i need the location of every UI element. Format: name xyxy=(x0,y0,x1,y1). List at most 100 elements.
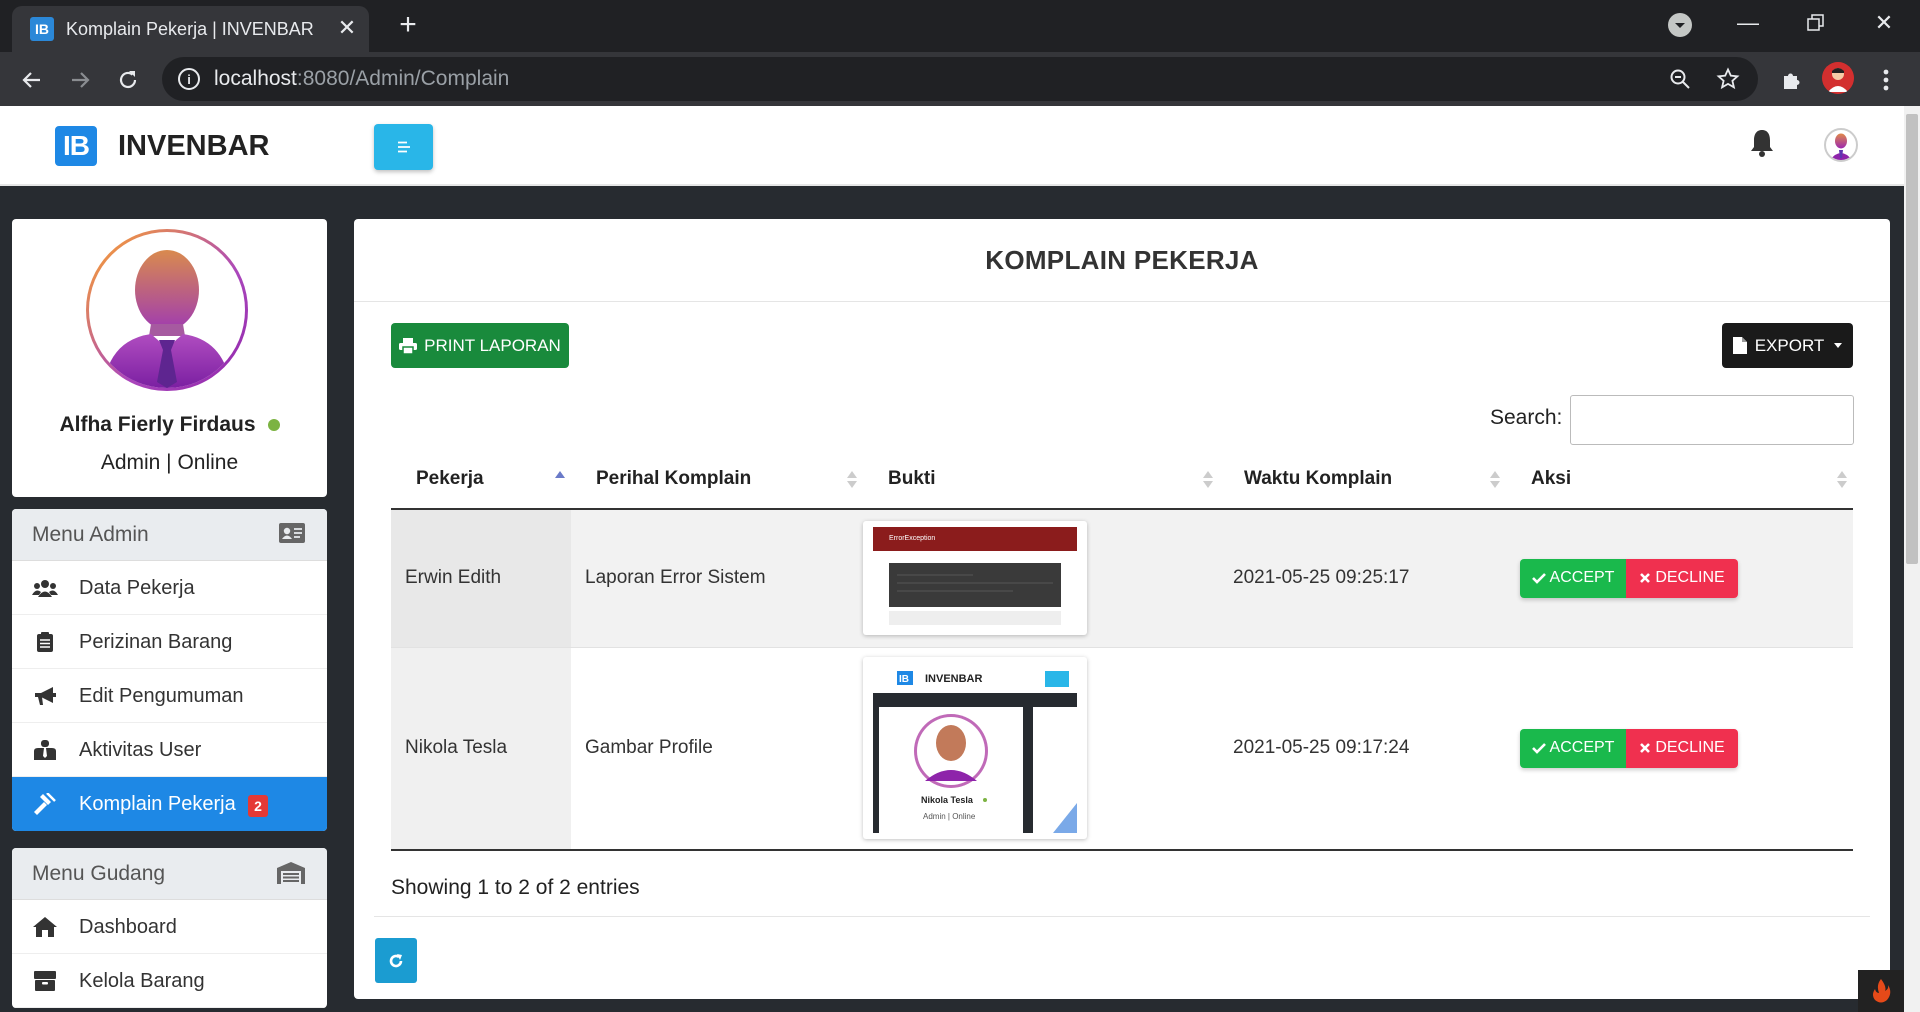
sidebar-item-aktivitas-user[interactable]: Aktivitas User xyxy=(12,723,327,777)
browser-menu-icon[interactable] xyxy=(1870,64,1902,96)
tab-favicon-icon: IB xyxy=(30,17,54,41)
warehouse-icon xyxy=(277,862,305,889)
column-header-label: Bukti xyxy=(888,467,936,489)
decline-label: DECLINE xyxy=(1655,739,1725,756)
accept-button[interactable]: ACCEPT xyxy=(1520,558,1626,598)
online-status-dot xyxy=(267,419,280,432)
sidebar-item-label: Perizinan Barang xyxy=(79,631,233,653)
reload-icon[interactable] xyxy=(110,62,146,98)
column-header-aksi[interactable]: Aksi xyxy=(1506,449,1853,510)
user-name: Alfha Fierly Firdaus xyxy=(12,413,327,437)
x-icon xyxy=(1640,573,1651,584)
complaint-table: Pekerja Perihal Komplain Bukti Waktu Kom… xyxy=(391,449,1853,850)
sidebar-item-data-pekerja[interactable]: Data Pekerja xyxy=(12,561,327,615)
cell-perihal: Gambar Profile xyxy=(571,647,863,850)
decline-label: DECLINE xyxy=(1655,569,1725,587)
sidebar-item-label: Edit Pengumuman xyxy=(79,685,244,707)
back-arrow-icon[interactable] xyxy=(14,62,50,98)
tab-title: Komplain Pekerja | INVENBAR xyxy=(66,19,314,39)
thumb-error-heading: ErrorException xyxy=(889,535,935,542)
evidence-thumbnail[interactable]: ErrorException xyxy=(863,521,1087,636)
accept-button[interactable]: ACCEPT xyxy=(1520,728,1626,768)
sidebar: Alfha Fierly Firdaus Admin | Online Menu… xyxy=(0,186,338,1012)
notification-bell-icon[interactable] xyxy=(1745,124,1779,162)
accept-label: ACCEPT xyxy=(1549,569,1615,587)
sidebar-item-label: Komplain Pekerja xyxy=(79,793,236,815)
sidebar-item-perizinan-barang[interactable]: Perizinan Barang xyxy=(12,615,327,669)
column-header-pekerja[interactable]: Pekerja xyxy=(391,449,571,510)
decline-button[interactable]: DECLINE xyxy=(1626,728,1738,768)
evidence-thumbnail[interactable]: IB INVENBAR Nikola Tesla Admin | Online xyxy=(863,657,1087,839)
user-profile-card: Alfha Fierly Firdaus Admin | Online xyxy=(12,219,327,497)
url-host: localhost xyxy=(214,67,297,90)
tab-close-icon[interactable]: ✕ xyxy=(334,15,360,41)
menu-admin-card: Menu Admin Data Pekerja Perizinan Barang xyxy=(12,509,327,831)
menu-admin-title: Menu Admin xyxy=(32,523,149,546)
sidebar-item-edit-pengumuman[interactable]: Edit Pengumuman xyxy=(12,669,327,723)
column-header-label: Waktu Komplain xyxy=(1244,467,1393,489)
brand-logo[interactable]: IB xyxy=(55,126,97,166)
minimize-icon[interactable]: — xyxy=(1728,8,1768,38)
sort-icon xyxy=(1490,471,1500,489)
menu-gudang-header: Menu Gudang xyxy=(12,848,327,900)
file-icon xyxy=(1732,337,1747,354)
column-header-perihal[interactable]: Perihal Komplain xyxy=(571,449,863,510)
browser-profile-avatar[interactable] xyxy=(1822,62,1854,94)
window-close-icon[interactable]: ✕ xyxy=(1864,8,1904,38)
refresh-button[interactable] xyxy=(375,938,417,983)
browser-tabbar: IB Komplain Pekerja | INVENBAR ✕ + — ✕ xyxy=(0,0,1920,52)
forward-arrow-icon[interactable] xyxy=(62,62,98,98)
search-label: Search: xyxy=(1490,406,1563,429)
bookmark-star-icon[interactable] xyxy=(1714,65,1742,93)
sidebar-item-dashboard[interactable]: Dashboard xyxy=(12,900,327,954)
user-tie-icon xyxy=(32,739,58,761)
column-header-bukti[interactable]: Bukti xyxy=(863,449,1219,510)
search-input[interactable] xyxy=(1570,395,1854,445)
x-icon xyxy=(1640,743,1651,753)
brand-name[interactable]: INVENBAR xyxy=(118,130,269,163)
id-card-icon xyxy=(279,523,305,548)
decline-button[interactable]: DECLINE xyxy=(1626,558,1738,598)
export-label: EXPORT xyxy=(1754,335,1825,355)
bullhorn-icon xyxy=(32,685,58,707)
sort-asc-icon xyxy=(555,471,565,489)
navbar-user-avatar[interactable] xyxy=(1824,128,1858,162)
sidebar-toggle-button[interactable] xyxy=(374,124,433,170)
page-scrollbar[interactable] xyxy=(1904,106,1920,1012)
thumb-brand: INVENBAR xyxy=(925,673,983,685)
caret-down-icon xyxy=(1834,343,1843,348)
restore-icon[interactable] xyxy=(1796,8,1836,38)
card-footer-divider xyxy=(374,916,1870,917)
address-bar[interactable]: i localhost:8080/Admin/Complain xyxy=(162,57,1758,101)
cell-pekerja: Erwin Edith xyxy=(391,509,571,648)
page-title: KOMPLAIN PEKERJA xyxy=(985,245,1259,275)
browser-tab[interactable]: IB Komplain Pekerja | INVENBAR ✕ xyxy=(12,6,369,52)
flame-icon[interactable] xyxy=(1858,970,1904,1012)
printer-icon xyxy=(399,337,418,354)
zoom-icon[interactable] xyxy=(1666,65,1694,93)
site-info-icon[interactable]: i xyxy=(178,68,200,90)
table-row: Erwin Edith Laporan Error Sistem ErrorEx… xyxy=(391,509,1853,648)
tab-search-icon[interactable] xyxy=(1668,13,1692,37)
url-text[interactable]: localhost:8080/Admin/Complain xyxy=(214,67,509,91)
user-avatar xyxy=(86,229,248,391)
users-icon xyxy=(32,577,58,599)
extensions-puzzle-icon[interactable] xyxy=(1776,64,1808,96)
browser-toolbar: i localhost:8080/Admin/Complain xyxy=(0,52,1920,106)
sidebar-item-label: Aktivitas User xyxy=(79,739,202,761)
sidebar-item-kelola-barang[interactable]: Kelola Barang xyxy=(12,954,327,1008)
thumb-user-role: Admin | Online xyxy=(923,812,976,821)
sidebar-item-komplain-pekerja[interactable]: Komplain Pekerja 2 xyxy=(12,777,327,831)
user-role: Admin | Online xyxy=(100,451,239,474)
cell-pekerja: Nikola Tesla xyxy=(391,647,571,850)
action-button-group: ACCEPT DECLINE xyxy=(1520,558,1738,598)
menu-lines-icon xyxy=(397,141,410,153)
thumb-user-name: Nikola Tesla xyxy=(921,795,974,805)
print-report-button[interactable]: PRINT LAPORAN xyxy=(391,323,569,368)
menu-gudang-title: Menu Gudang xyxy=(32,862,166,885)
column-header-waktu[interactable]: Waktu Komplain xyxy=(1219,449,1506,510)
scrollbar-thumb[interactable] xyxy=(1906,114,1918,564)
export-dropdown-button[interactable]: EXPORT xyxy=(1722,323,1853,368)
sort-icon xyxy=(1203,471,1213,489)
new-tab-button[interactable]: + xyxy=(392,8,424,42)
